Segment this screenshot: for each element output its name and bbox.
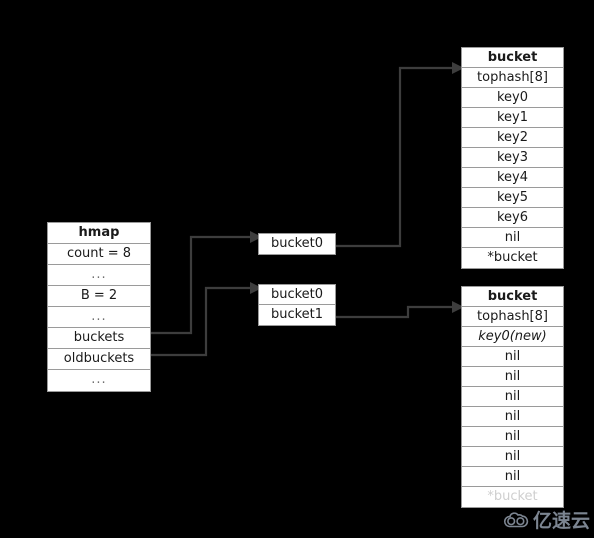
old-buckets-array: bucket0 bucket1 (258, 284, 336, 326)
bucket-bottom-row-key0new: key0(new) (462, 327, 563, 347)
hmap-row-ellipsis-2: ... (48, 307, 150, 328)
wire-oldbuckets-to-bucketpair (151, 286, 250, 357)
bucket-top-row-overflow: *bucket (462, 248, 563, 268)
bucket-bottom-box: bucket tophash[8] key0(new) nil nil nil … (461, 286, 564, 508)
hmap-row-oldbuckets: oldbuckets (48, 349, 150, 370)
old-bucket-entry-0: bucket0 (259, 285, 335, 305)
diagram-canvas: hmap count = 8 ... B = 2 ... buckets old… (0, 0, 594, 538)
bucket-top-row-key3: key3 (462, 148, 563, 168)
hmap-row-ellipsis-3: ... (48, 370, 150, 391)
bucket-top-box: bucket tophash[8] key0 key1 key2 key3 ke… (461, 47, 564, 269)
wire-buckets-to-bucket0 (151, 235, 250, 335)
old-bucket-entry-1: bucket1 (259, 305, 335, 325)
bucket-top-row-key2: key2 (462, 128, 563, 148)
watermark: 亿速云 (503, 505, 594, 538)
wire-bucket1-to-bucket-bottom (336, 305, 452, 319)
bucket-top-row-key1: key1 (462, 108, 563, 128)
bucket-bottom-row-nil-4: nil (462, 407, 563, 427)
wire-bucket0-to-bucket-top (336, 66, 452, 248)
new-bucket-entry-0: bucket0 (259, 234, 335, 254)
bucket-bottom-row-nil-3: nil (462, 387, 563, 407)
bucket-bottom-row-nil-5: nil (462, 427, 563, 447)
bucket-top-row-key5: key5 (462, 188, 563, 208)
hmap-header: hmap (48, 223, 150, 244)
bucket-top-row-key6: key6 (462, 208, 563, 228)
watermark-text: 亿速云 (533, 510, 591, 532)
hmap-row-b: B = 2 (48, 286, 150, 307)
bucket-bottom-row-nil-1: nil (462, 347, 563, 367)
bucket-top-row-tophash: tophash[8] (462, 68, 563, 88)
hmap-row-buckets: buckets (48, 328, 150, 349)
hmap-row-count: count = 8 (48, 244, 150, 265)
hmap-row-ellipsis-1: ... (48, 265, 150, 286)
bucket-bottom-row-tophash: tophash[8] (462, 307, 563, 327)
cloud-icon (503, 511, 529, 533)
bucket-bottom-row-nil-7: nil (462, 467, 563, 487)
hmap-box: hmap count = 8 ... B = 2 ... buckets old… (47, 222, 151, 392)
bucket-top-row-key0: key0 (462, 88, 563, 108)
bucket-bottom-row-nil-6: nil (462, 447, 563, 467)
bucket-bottom-row-overflow: *bucket (462, 487, 563, 507)
bucket-bottom-header: bucket (462, 287, 563, 307)
bucket-top-header: bucket (462, 48, 563, 68)
bucket-top-row-nil: nil (462, 228, 563, 248)
new-buckets-array: bucket0 (258, 233, 336, 255)
bucket-top-row-key4: key4 (462, 168, 563, 188)
bucket-bottom-row-nil-2: nil (462, 367, 563, 387)
